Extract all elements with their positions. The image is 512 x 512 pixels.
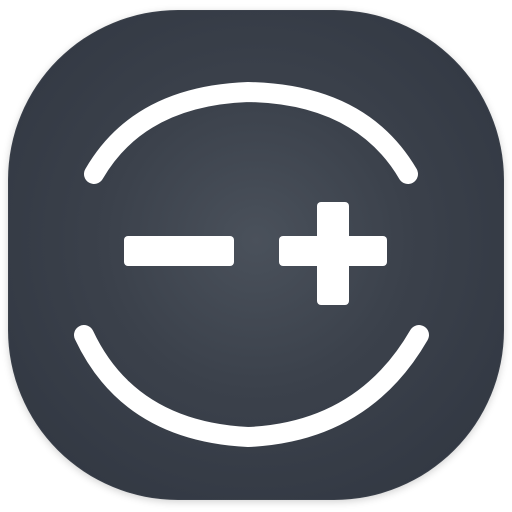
icon-stage xyxy=(0,0,512,512)
top-arc xyxy=(84,81,418,184)
zoom-in-out-icon[interactable] xyxy=(8,10,504,500)
bottom-arc xyxy=(74,325,429,448)
minus-icon xyxy=(124,236,234,266)
plus-icon xyxy=(279,202,387,305)
